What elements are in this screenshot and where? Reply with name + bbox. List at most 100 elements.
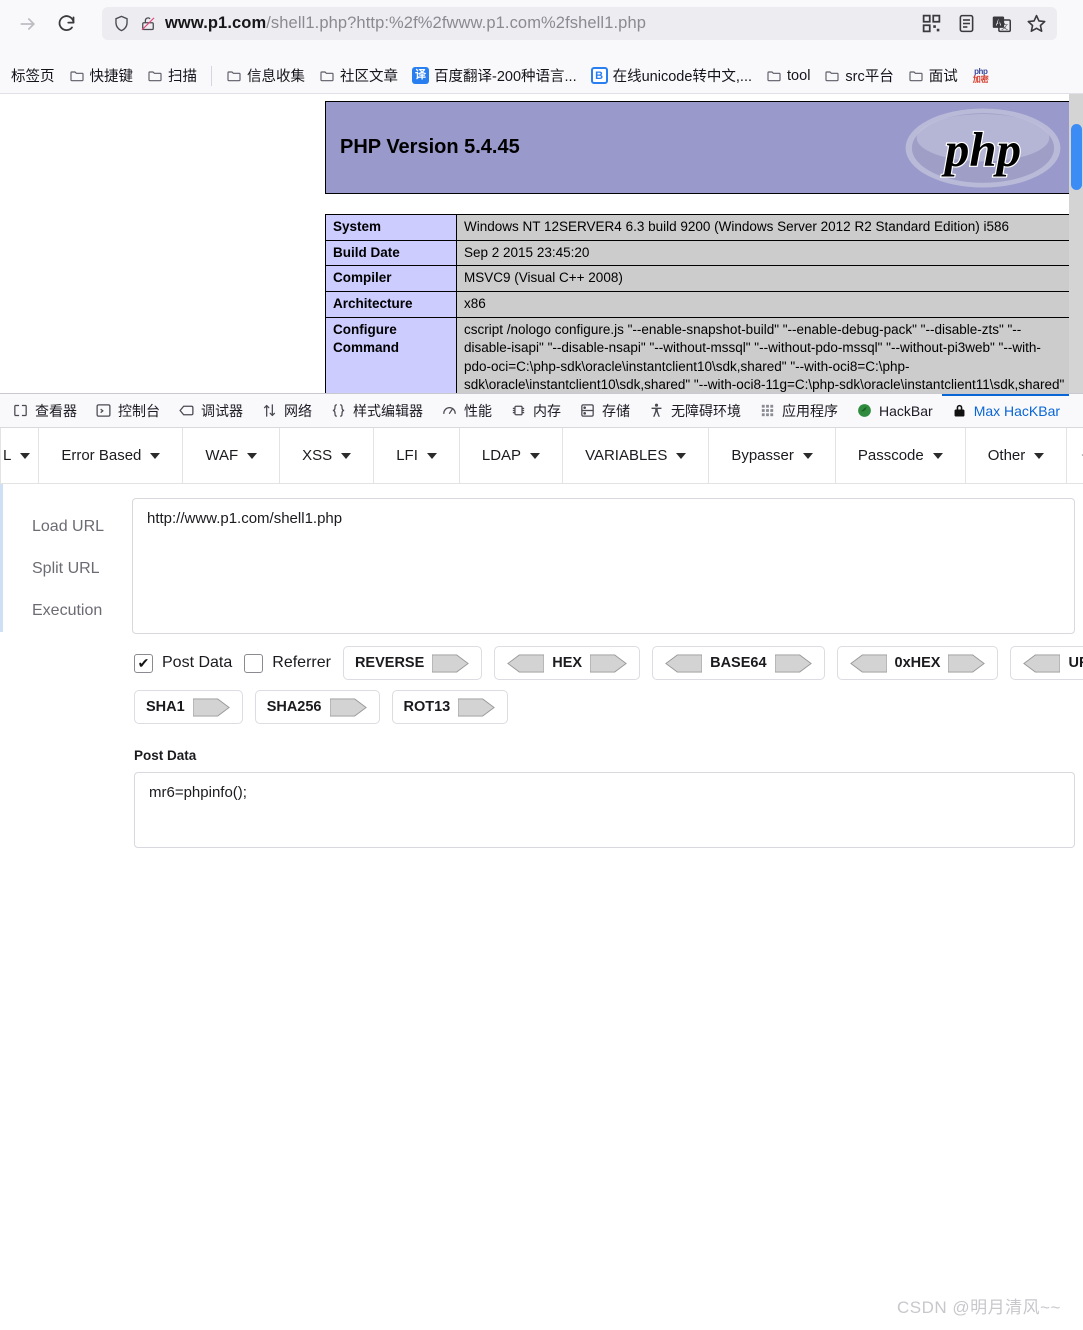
hackbar-menu-bar: L Error Based WAF XSS LFI LDAP VARIABLES… xyxy=(0,428,1083,484)
encoder-label: URL xyxy=(1068,655,1083,671)
encode-arrow-right-icon[interactable] xyxy=(948,653,986,674)
hackbar-menu-variables[interactable]: VARIABLES xyxy=(563,428,710,483)
menu-label: LFI xyxy=(396,447,418,464)
bookmark-item-community-articles[interactable]: 社区文章 xyxy=(312,62,405,89)
chevron-down-icon xyxy=(150,452,161,459)
devtools-tab-max-hackbar[interactable]: Max HacKBar xyxy=(942,394,1069,427)
encoder-rot13[interactable]: ROT13 xyxy=(391,690,509,724)
shield-icon[interactable] xyxy=(112,14,131,33)
translate-badge-icon: 译 xyxy=(412,67,429,84)
phpinfo-report: PHP Version 5.4.45 php System Windows NT… xyxy=(325,101,1075,393)
chevron-down-icon xyxy=(247,452,258,459)
post-data-checkbox-wrapper[interactable]: ✔ Post Data xyxy=(134,653,233,673)
devtools-tab-network[interactable]: 网络 xyxy=(252,394,321,427)
execution-button[interactable]: Execution xyxy=(10,590,132,632)
devtools-tab-debugger[interactable]: 调试器 xyxy=(169,394,252,427)
encode-arrow-right-icon[interactable] xyxy=(329,697,368,718)
bookmark-star-icon[interactable] xyxy=(1026,13,1047,34)
bookmark-label: 社区文章 xyxy=(340,69,398,85)
bookmark-item-unicode-converter[interactable]: B 在线unicode转中文,... xyxy=(584,62,759,89)
hackbar-menu-ldap[interactable]: LDAP xyxy=(460,428,564,483)
reload-button[interactable] xyxy=(50,8,82,40)
devtools-toolbar: 查看器 控制台 调试器 网络 样式编辑器 性能 内存 存储 无障碍环境 应用程序… xyxy=(0,393,1083,428)
decode-arrow-left-icon[interactable] xyxy=(664,653,703,674)
url-text[interactable]: www.p1.com/shell1.php?http:%2f%2fwww.p1.… xyxy=(165,14,646,33)
devtools-tab-inspector[interactable]: 查看器 xyxy=(3,394,86,427)
qr-code-icon[interactable] xyxy=(921,13,942,34)
scrollbar-thumb[interactable] xyxy=(1071,124,1082,190)
bookmark-item-scan[interactable]: 扫描 xyxy=(140,62,204,89)
bookmark-item-src-platform[interactable]: src平台 xyxy=(817,62,900,89)
hackbar-menu-lfi[interactable]: LFI xyxy=(374,428,460,483)
add-tab-button[interactable]: + xyxy=(1067,428,1083,483)
forward-button[interactable] xyxy=(12,8,44,40)
hackbar-menu-bypasser[interactable]: Bypasser xyxy=(709,428,836,483)
url-input[interactable]: http://www.p1.com/shell1.php xyxy=(132,498,1075,634)
menu-label: LDAP xyxy=(481,447,522,464)
bookmark-item-shortcuts[interactable]: 快捷键 xyxy=(62,62,141,89)
bookmark-item-info-gathering[interactable]: 信息收集 xyxy=(219,62,312,89)
devtools-tab-performance[interactable]: 性能 xyxy=(432,394,501,427)
encoder-sha1[interactable]: SHA1 xyxy=(134,690,243,724)
svg-text:php: php xyxy=(941,122,1021,177)
post-data-input[interactable]: mr6=phpinfo(); xyxy=(134,772,1075,848)
hackbar-menu-other[interactable]: Other xyxy=(966,428,1068,483)
row-value: MSVC9 (Visual C++ 2008) xyxy=(456,265,1075,292)
hackbar-menu-error-based[interactable]: Error Based xyxy=(39,428,184,483)
folder-icon xyxy=(909,70,923,81)
reader-mode-icon[interactable] xyxy=(956,13,977,34)
devtools-tab-application[interactable]: 应用程序 xyxy=(750,394,847,427)
encoder-label: HEX xyxy=(552,655,583,671)
devtools-tab-memory[interactable]: 内存 xyxy=(501,394,570,427)
decode-arrow-left-icon[interactable] xyxy=(849,653,887,674)
phpinfo-table: System Windows NT 12SERVER4 6.3 build 92… xyxy=(325,214,1075,393)
bookmark-item-php-encrypt[interactable]: php 加密 xyxy=(965,64,997,88)
referrer-checkbox[interactable] xyxy=(244,653,264,673)
bookmark-item-tabs[interactable]: 标签页 xyxy=(4,62,62,89)
devtools-tab-console[interactable]: 控制台 xyxy=(86,394,169,427)
devtools-tab-storage[interactable]: 存储 xyxy=(570,394,639,427)
encode-arrow-right-icon[interactable] xyxy=(192,697,231,718)
encode-arrow-right-icon[interactable] xyxy=(590,653,628,674)
split-url-button[interactable]: Split URL xyxy=(10,548,132,590)
menu-label: Bypasser xyxy=(731,447,794,464)
lock-broken-icon[interactable] xyxy=(139,14,157,33)
decode-arrow-left-icon[interactable] xyxy=(1022,653,1061,674)
page-scrollbar[interactable] xyxy=(1069,94,1083,393)
bookmarks-bar: 标签页 快捷键 扫描 信息收集 社区文章 译 百度翻译-200种语言... B … xyxy=(0,58,1083,94)
encoder-base64[interactable]: BASE64 xyxy=(652,646,825,680)
row-value: Windows NT 12SERVER4 6.3 build 9200 (Win… xyxy=(456,214,1075,241)
decode-arrow-left-icon[interactable] xyxy=(506,653,545,674)
tab-label: 内存 xyxy=(533,402,561,419)
bookmark-item-tool[interactable]: tool xyxy=(759,65,817,87)
post-data-label: Post Data xyxy=(162,654,233,671)
tab-label: 查看器 xyxy=(35,402,77,419)
tab-label: 性能 xyxy=(464,402,492,419)
php-logo: php xyxy=(905,108,1061,187)
devtools-tab-hackbar[interactable]: HackBar xyxy=(847,394,942,427)
post-data-checkbox[interactable]: ✔ xyxy=(134,653,153,673)
encoder-hex[interactable]: HEX xyxy=(494,646,641,680)
encoder-url[interactable]: URL xyxy=(1010,646,1083,680)
bookmark-item-interview[interactable]: 面试 xyxy=(901,62,965,89)
bookmark-item-baidu-translate[interactable]: 译 百度翻译-200种语言... xyxy=(405,62,584,89)
address-bar[interactable]: www.p1.com/shell1.php?http:%2f%2fwww.p1.… xyxy=(102,7,1057,40)
hackbar-menu-sql[interactable]: L xyxy=(0,428,40,483)
bookmark-label: 信息收集 xyxy=(247,69,305,85)
hackbar-menu-xss[interactable]: XSS xyxy=(280,428,375,483)
hackbar-menu-passcode[interactable]: Passcode xyxy=(836,428,966,483)
bookmarks-separator xyxy=(211,65,212,86)
encode-arrow-right-icon[interactable] xyxy=(774,653,813,674)
inspector-icon xyxy=(14,404,27,417)
translate-icon[interactable]: A 文 xyxy=(991,13,1012,34)
encode-arrow-right-icon[interactable] xyxy=(432,653,470,674)
encode-arrow-right-icon[interactable] xyxy=(458,697,496,718)
hackbar-menu-waf[interactable]: WAF xyxy=(183,428,281,483)
load-url-button[interactable]: Load URL xyxy=(10,506,132,548)
encoder-reverse[interactable]: REVERSE xyxy=(342,646,483,680)
encoder-sha256[interactable]: SHA256 xyxy=(254,690,380,724)
devtools-tab-accessibility[interactable]: 无障碍环境 xyxy=(639,394,750,427)
referrer-checkbox-wrapper[interactable]: Referrer xyxy=(244,653,331,673)
devtools-tab-style-editor[interactable]: 样式编辑器 xyxy=(321,394,432,427)
encoder-0xhex[interactable]: 0xHEX xyxy=(836,646,999,680)
